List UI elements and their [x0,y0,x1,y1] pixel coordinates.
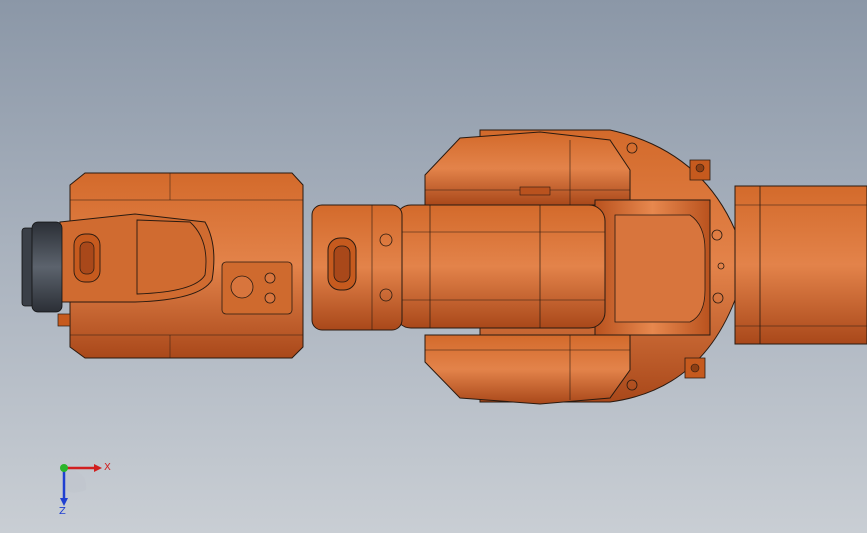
shoulder-lower-lobe[interactable] [424,334,631,405]
x-axis-arrow-icon [94,464,102,472]
upper-arm-link[interactable] [394,204,606,329]
x-axis-label: X [104,462,111,473]
elbow-joint[interactable] [311,204,403,331]
wrist-assembly[interactable] [59,213,215,303]
cad-viewport[interactable]: X Z [0,0,867,533]
shoulder-upper-lobe[interactable] [424,131,631,206]
z-axis-arrow-icon [60,498,68,506]
shoulder-body[interactable] [594,199,711,336]
triad-shadow [64,468,87,493]
axis-triad: X Z [59,462,111,517]
robot-arm-model[interactable] [0,0,867,533]
y-axis-dot-icon [60,464,68,472]
z-axis-label: Z [59,506,66,517]
base-motor-housing[interactable] [734,185,867,345]
